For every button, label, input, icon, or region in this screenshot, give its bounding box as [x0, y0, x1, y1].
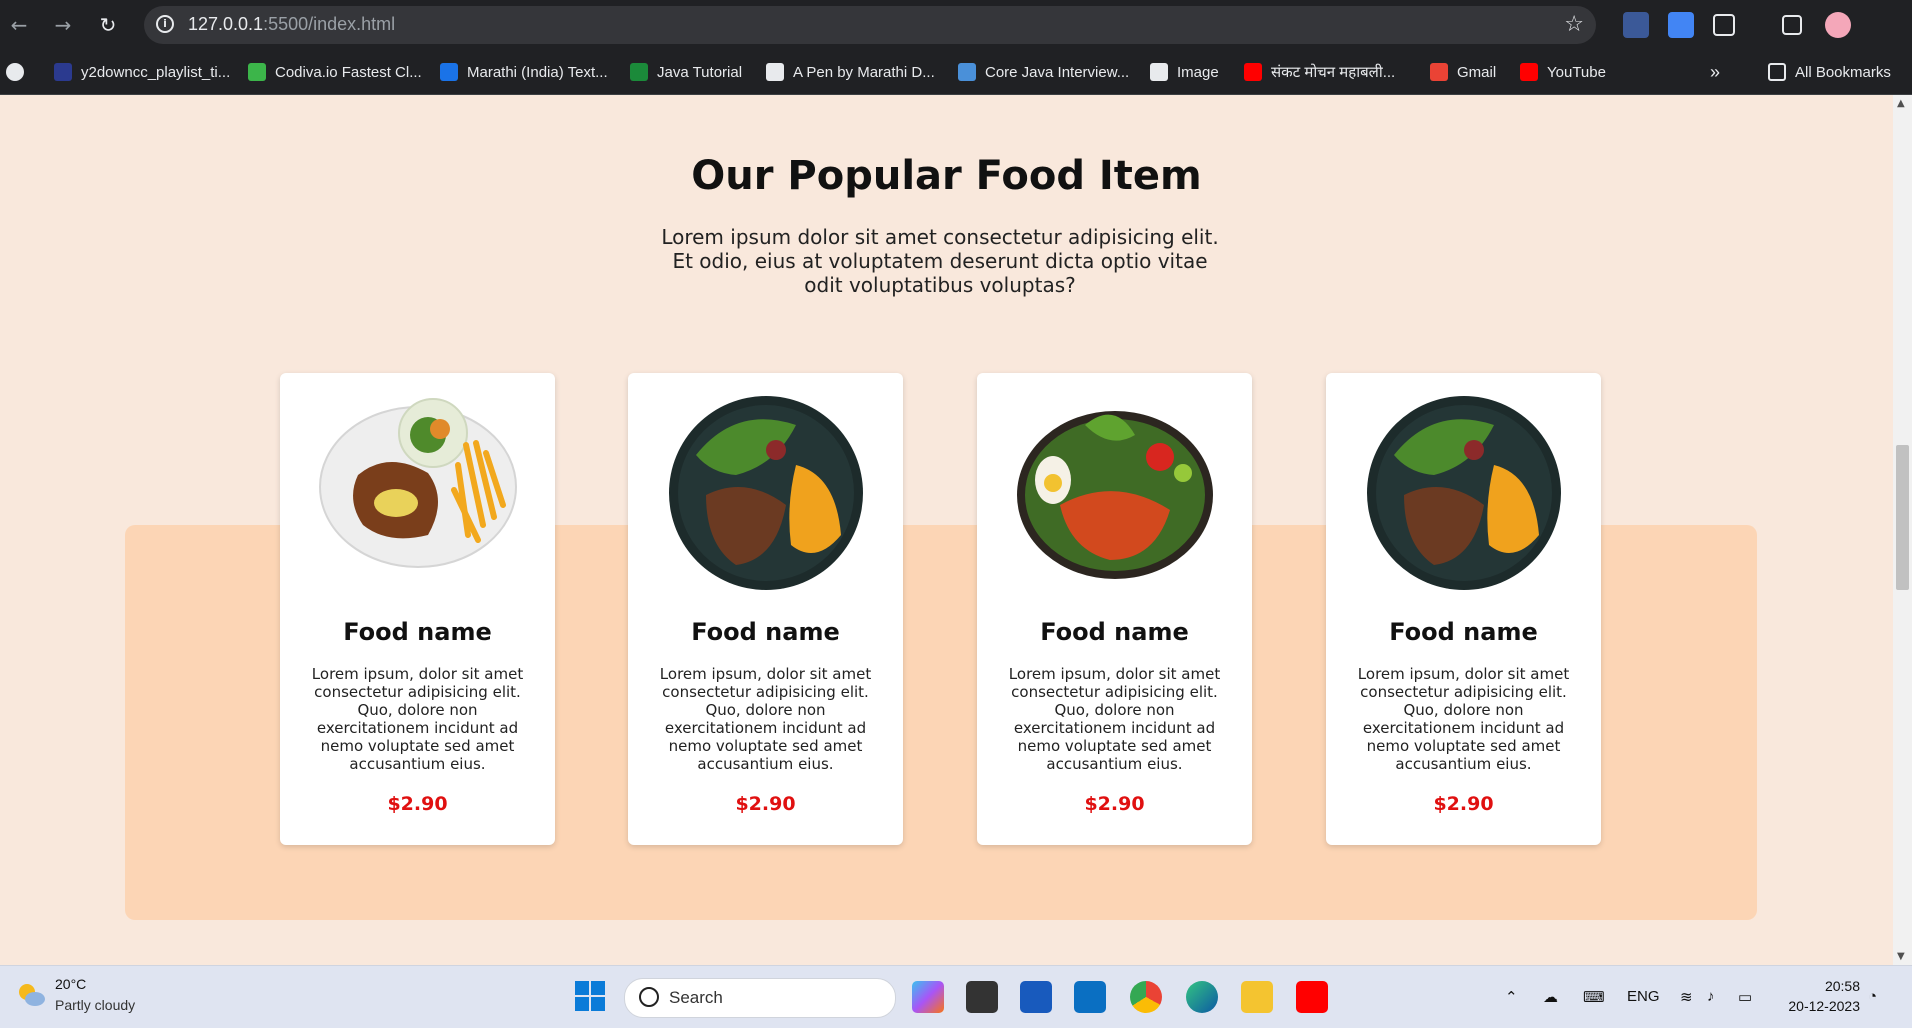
browser-toolbar: ← → ↻ i 127.0.0.1:5500/index.html ☆	[0, 0, 1912, 50]
bookmark-star-icon[interactable]: ☆	[1564, 12, 1584, 37]
bookmark-item[interactable]: YouTube	[1520, 62, 1606, 82]
bookmark-label: Core Java Interview...	[985, 63, 1130, 81]
url-text[interactable]: 127.0.0.1:5500/index.html	[188, 14, 395, 35]
bookmark-item[interactable]: Core Java Interview...	[958, 62, 1129, 82]
side-panel-icon[interactable]	[1782, 15, 1802, 35]
food-card: Food name Lorem ipsum, dolor sit amet co…	[280, 373, 555, 845]
taskbar-search[interactable]: Search	[624, 978, 896, 1018]
weather-icon[interactable]	[16, 982, 46, 1008]
section-title: Our Popular Food Item	[691, 153, 1202, 199]
file-explorer-icon[interactable]	[1241, 981, 1273, 1013]
all-bookmarks-button[interactable]: All Bookmarks	[1768, 62, 1891, 82]
food-name: Food name	[343, 618, 492, 646]
scrollbar-thumb[interactable]	[1896, 445, 1909, 590]
food-description: Lorem ipsum, dolor sit amet consectetur …	[659, 665, 872, 773]
page-scrollbar[interactable]: ▲ ▼	[1893, 95, 1912, 965]
search-icon	[639, 987, 659, 1007]
bookmark-item[interactable]: Java Tutorial	[630, 62, 742, 82]
youtube-app-icon[interactable]	[1296, 981, 1328, 1013]
bookmark-label: A Pen by Marathi D...	[793, 63, 935, 81]
wifi-icon[interactable]: ≋	[1680, 988, 1693, 1006]
vscode-icon[interactable]	[1074, 981, 1106, 1013]
food-price: $2.90	[1433, 793, 1494, 815]
bookmark-item[interactable]: y2downcc_playlist_ti...	[54, 62, 230, 82]
volume-icon[interactable]: ♪	[1707, 988, 1715, 1005]
food-card: Food name Lorem ipsum, dolor sit amet co…	[977, 373, 1252, 845]
keyboard-icon[interactable]: ⌨	[1583, 988, 1605, 1006]
bookmark-label: संकट मोचन महाबली...	[1271, 64, 1396, 81]
bookmarks-bar: y2downcc_playlist_ti... Codiva.io Fastest…	[0, 50, 1912, 95]
bookmark-favicon-icon	[1520, 63, 1538, 81]
bookmark-item[interactable]: संकट मोचन महाबली...	[1244, 62, 1395, 82]
bookmark-label: y2downcc_playlist_ti...	[81, 63, 231, 81]
food-card: Food name Lorem ipsum, dolor sit amet co…	[1326, 373, 1601, 845]
onedrive-icon[interactable]: ☁	[1543, 988, 1558, 1006]
food-description: Lorem ipsum, dolor sit amet consectetur …	[1008, 665, 1221, 773]
bookmark-label: Image	[1177, 63, 1219, 81]
food-image-rice-bowl	[1017, 411, 1213, 579]
reload-icon[interactable]: ↻	[95, 12, 121, 38]
windows-start-icon[interactable]	[575, 981, 605, 1011]
food-price: $2.90	[1084, 793, 1145, 815]
food-image-dark-bowl	[1367, 396, 1561, 590]
profile-avatar[interactable]	[1825, 12, 1851, 38]
forward-icon[interactable]: →	[50, 12, 76, 38]
site-info-icon[interactable]: i	[156, 15, 174, 33]
bookmark-favicon-icon	[248, 63, 266, 81]
back-icon[interactable]: ←	[6, 12, 32, 38]
bookmark-item[interactable]: Codiva.io Fastest Cl...	[248, 62, 422, 82]
section-subtitle: Lorem ipsum dolor sit amet consectetur a…	[661, 225, 1219, 297]
folder-icon	[1768, 63, 1786, 81]
bookmark-item[interactable]: Marathi (India) Text...	[440, 62, 608, 82]
extensions-puzzle-icon[interactable]	[1713, 14, 1735, 36]
bookmark-label: Gmail	[1457, 63, 1497, 81]
show-hidden-icons[interactable]: ⌃	[1505, 988, 1518, 1006]
translate-icon[interactable]	[1668, 12, 1694, 38]
food-image-steak-plate	[319, 398, 517, 568]
page-content: Our Popular Food Item Lorem ipsum dolor …	[0, 95, 1893, 965]
bookmark-item[interactable]: A Pen by Marathi D...	[766, 62, 935, 82]
bookmark-label: Marathi (India) Text...	[467, 63, 608, 81]
notification-icon[interactable]: ◔	[1868, 988, 1877, 1005]
weather-temperature[interactable]: 20°C	[55, 976, 86, 992]
address-bar[interactable]: i 127.0.0.1:5500/index.html ☆	[144, 6, 1596, 44]
food-price: $2.90	[735, 793, 796, 815]
extension-icon[interactable]	[1623, 12, 1649, 38]
food-card: Food name Lorem ipsum, dolor sit amet co…	[628, 373, 903, 845]
bookmark-favicon-icon	[1430, 63, 1448, 81]
bookmark-item[interactable]: Gmail	[1430, 62, 1496, 82]
food-price: $2.90	[387, 793, 448, 815]
weather-description[interactable]: Partly cloudy	[55, 997, 135, 1013]
language-indicator[interactable]: ENG	[1627, 988, 1660, 1005]
bookmark-favicon-icon	[1150, 63, 1168, 81]
food-name: Food name	[1389, 618, 1538, 646]
food-name: Food name	[1040, 618, 1189, 646]
scroll-down-icon[interactable]: ▼	[1897, 951, 1905, 962]
bookmark-label: Java Tutorial	[657, 63, 743, 81]
windows-taskbar: 20°C Partly cloudy Search ⌃ ☁ ⌨ ENG ≋ ♪ …	[0, 965, 1912, 1028]
bookmark-label: YouTube	[1547, 63, 1606, 81]
food-description: Lorem ipsum, dolor sit amet consectetur …	[311, 665, 524, 773]
word-icon[interactable]	[1020, 981, 1052, 1013]
bookmark-favicon-icon	[440, 63, 458, 81]
bookmark-item[interactable]: Image	[1150, 62, 1219, 82]
bookmark-favicon-icon	[766, 63, 784, 81]
edge-icon[interactable]	[1186, 981, 1218, 1013]
battery-icon[interactable]: ▭	[1738, 988, 1752, 1006]
chrome-icon[interactable]	[1130, 981, 1162, 1013]
more-bookmarks-button[interactable]: »	[1710, 62, 1720, 82]
bookmark-globe-icon[interactable]	[6, 62, 33, 82]
bookmark-favicon-icon	[958, 63, 976, 81]
food-description: Lorem ipsum, dolor sit amet consectetur …	[1357, 665, 1570, 773]
copilot-icon[interactable]	[912, 981, 944, 1013]
scroll-up-icon[interactable]: ▲	[1897, 98, 1905, 109]
food-name: Food name	[691, 618, 840, 646]
bookmark-favicon-icon	[54, 63, 72, 81]
system-clock[interactable]: 20:58 20-12-2023	[1788, 976, 1860, 1016]
bookmark-label: Codiva.io Fastest Cl...	[275, 63, 422, 81]
bookmark-favicon-icon	[630, 63, 648, 81]
task-view-icon[interactable]	[966, 981, 998, 1013]
food-image-dark-bowl	[669, 396, 863, 590]
bookmark-favicon-icon	[1244, 63, 1262, 81]
